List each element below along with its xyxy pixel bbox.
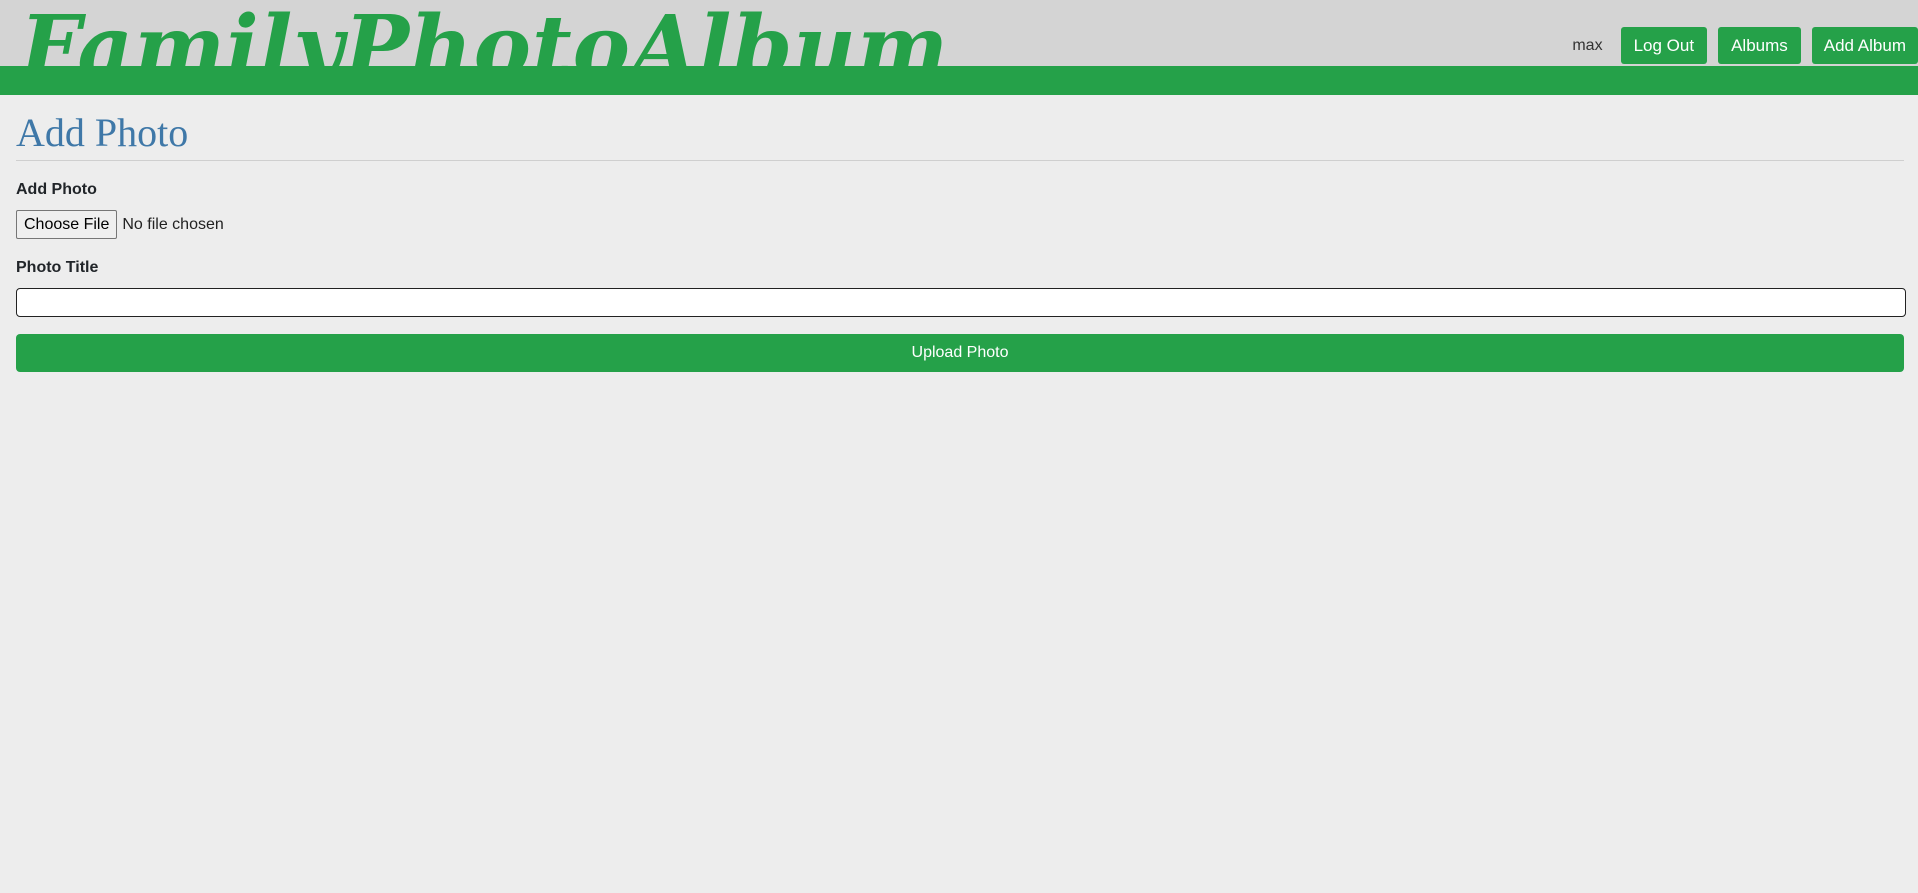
albums-button[interactable]: Albums <box>1718 27 1801 64</box>
add-album-button[interactable]: Add Album <box>1811 27 1918 64</box>
username: max <box>1572 36 1603 54</box>
file-input: Choose File No file chosen <box>16 210 224 239</box>
upload-photo-button[interactable]: Upload Photo <box>16 334 1904 372</box>
top-nav: max Log Out Albums Add Album <box>1572 27 1918 64</box>
photo-title-input[interactable] <box>16 288 1906 317</box>
file-status: No file chosen <box>122 215 224 233</box>
title-divider <box>16 160 1904 161</box>
add-photo-label: Add Photo <box>16 181 97 198</box>
photo-title-label: Photo Title <box>16 259 99 276</box>
header-accent-bar <box>0 66 1918 95</box>
logout-button[interactable]: Log Out <box>1620 27 1708 64</box>
brand-logo[interactable]: FamilyPhotoAlbum <box>20 0 949 66</box>
page-title: Add Photo <box>16 110 189 155</box>
choose-file-button[interactable]: Choose File <box>16 210 118 239</box>
site-header: FamilyPhotoAlbum max Log Out Albums Add … <box>0 0 1918 66</box>
